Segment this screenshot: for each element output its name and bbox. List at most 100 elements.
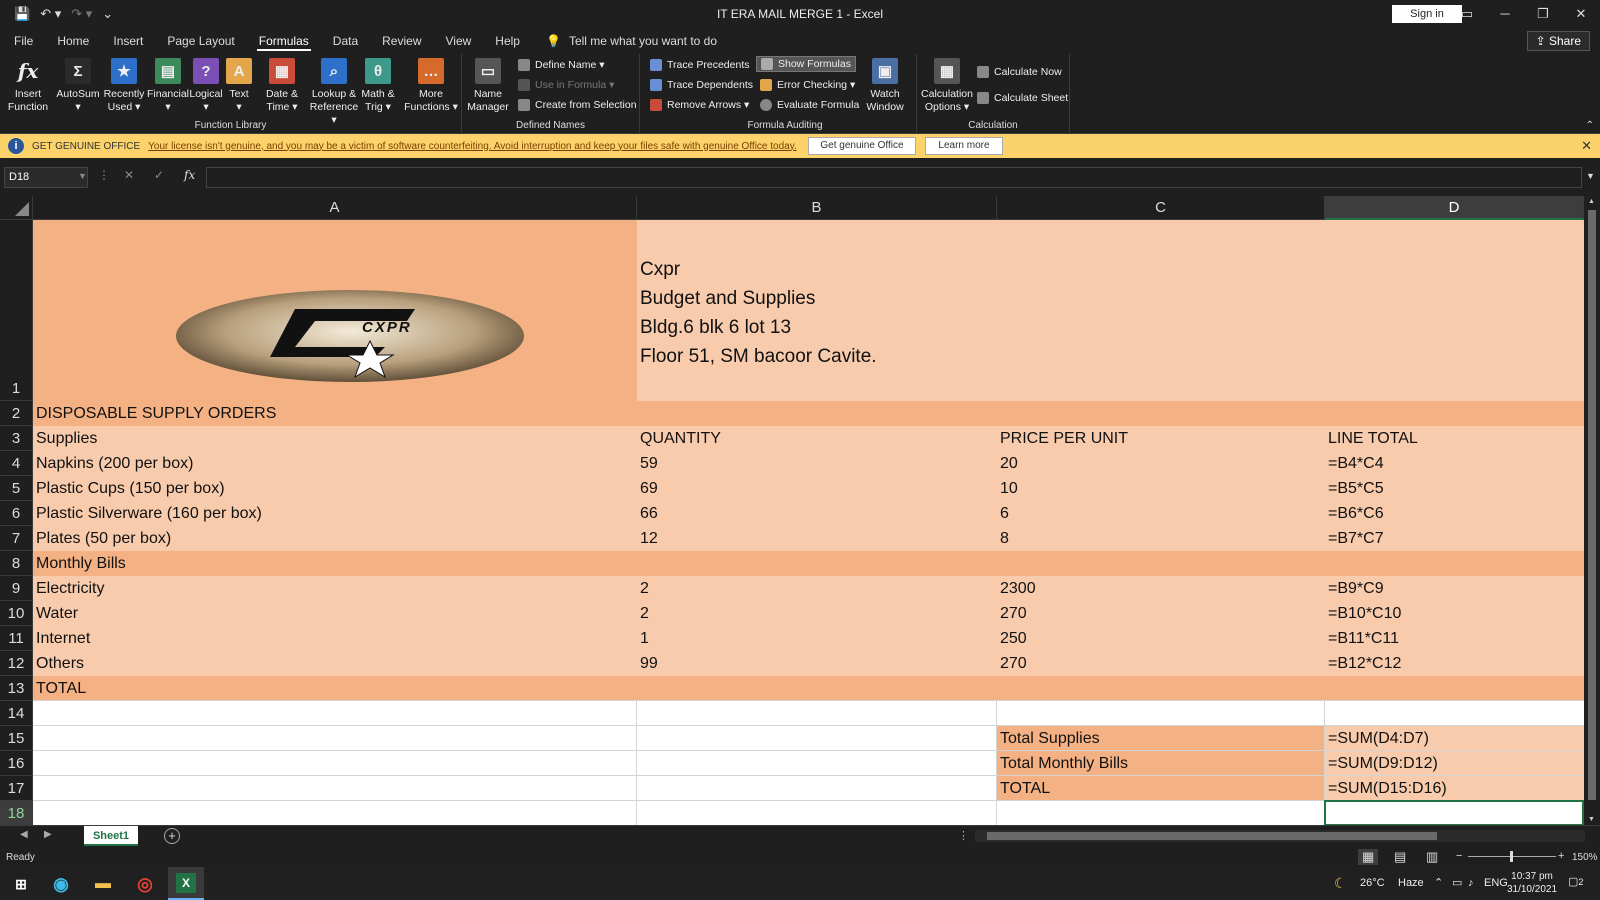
ribbon-lookup-button[interactable]: ⌕ Lookup & Reference ▾: [308, 56, 360, 127]
collapse-ribbon-icon[interactable]: ⌃: [1586, 120, 1594, 131]
tab-split-icon[interactable]: ⋮: [958, 829, 969, 842]
cell-d11[interactable]: =B11*C11: [1325, 626, 1399, 651]
tab-view[interactable]: View: [434, 28, 484, 54]
trace-precedents-button[interactable]: Trace Precedents: [650, 59, 749, 71]
restore-button[interactable]: ❐: [1524, 0, 1562, 28]
weather-icon[interactable]: ☾: [1334, 867, 1347, 900]
chrome-icon[interactable]: ◎: [132, 871, 158, 897]
cell-c4[interactable]: 20: [997, 451, 1018, 476]
page-break-view-icon[interactable]: ▥: [1426, 849, 1438, 865]
add-sheet-icon[interactable]: +: [164, 828, 180, 844]
next-sheet-icon[interactable]: ▶: [44, 829, 52, 840]
column-header-d[interactable]: D: [1325, 196, 1584, 220]
cell-a5[interactable]: Plastic Cups (150 per box): [33, 476, 225, 501]
cell-c11[interactable]: 250: [997, 626, 1027, 651]
calculation-options-button[interactable]: ▦ Calculation Options ▾: [919, 56, 975, 114]
vertical-scrollbar[interactable]: ▲ ▼: [1584, 196, 1600, 825]
row-header-18[interactable]: 18: [0, 801, 33, 826]
tell-me-search[interactable]: 💡 Tell me what you want to do: [546, 34, 717, 48]
normal-view-icon[interactable]: ▦: [1358, 849, 1379, 865]
cell-a13[interactable]: TOTAL: [33, 676, 86, 701]
name-box[interactable]: D18: [4, 167, 88, 188]
insert-function-button[interactable]: fx Insert Function: [4, 56, 52, 114]
ribbon-more-button[interactable]: … More Functions ▾: [404, 56, 458, 114]
ribbon-recently-button[interactable]: ★ Recently Used ▾: [102, 56, 146, 114]
row-header-5[interactable]: 5: [0, 476, 33, 501]
tab-review[interactable]: Review: [370, 28, 433, 54]
cell-c6[interactable]: 6: [997, 501, 1009, 526]
page-layout-view-icon[interactable]: ▤: [1394, 849, 1406, 865]
watch-window-button[interactable]: ▣ Watch Window: [862, 56, 908, 114]
tab-formulas[interactable]: Formulas: [247, 28, 321, 54]
cell-d15[interactable]: =SUM(D4:D7): [1325, 726, 1429, 751]
row-header-16[interactable]: 16: [0, 751, 33, 776]
cell-c12[interactable]: 270: [997, 651, 1027, 676]
cell-d10[interactable]: =B10*C10: [1325, 601, 1401, 626]
cell-a6[interactable]: Plastic Silverware (160 per box): [33, 501, 262, 526]
cell-d4[interactable]: =B4*C4: [1325, 451, 1384, 476]
use-in-formula-button[interactable]: Use in Formula ▾: [518, 79, 614, 91]
learn-more-button[interactable]: Learn more: [925, 137, 1003, 155]
cell-a10[interactable]: Water: [33, 601, 78, 626]
row-header-8[interactable]: 8: [0, 551, 33, 576]
error-checking-button[interactable]: Error Checking ▾: [760, 79, 855, 91]
cell-c17[interactable]: TOTAL: [997, 776, 1050, 801]
row-header-10[interactable]: 10: [0, 601, 33, 626]
worksheet-grid[interactable]: CXPR Cxpr Budget and Supplies Bldg.6 blk…: [33, 220, 1584, 825]
cell-b9[interactable]: 2: [637, 576, 649, 601]
row-header-1[interactable]: 1: [0, 220, 33, 401]
evaluate-formula-button[interactable]: Evaluate Formula: [760, 99, 859, 111]
cell-a7[interactable]: Plates (50 per box): [33, 526, 171, 551]
cell-b7[interactable]: 12: [637, 526, 658, 551]
row-header-2[interactable]: 2: [0, 401, 33, 426]
row-header-6[interactable]: 6: [0, 501, 33, 526]
more-options-icon[interactable]: ⋮: [98, 168, 110, 182]
expand-formula-bar-icon[interactable]: ▼: [1586, 171, 1595, 181]
define-name-button[interactable]: Define Name ▾: [518, 59, 604, 71]
minimize-button[interactable]: ─: [1486, 0, 1524, 28]
sheet-tab-sheet1[interactable]: Sheet1: [84, 826, 138, 846]
scroll-up-icon[interactable]: ▲: [1588, 198, 1595, 205]
confirm-entry-icon[interactable]: ✓: [154, 168, 164, 182]
cell-b11[interactable]: 1: [637, 626, 649, 651]
column-header-a[interactable]: A: [33, 196, 637, 220]
horizontal-scroll-thumb[interactable]: [987, 832, 1437, 840]
ribbon-autosum-button[interactable]: Σ AutoSum ▾: [56, 56, 100, 114]
cell-d12[interactable]: =B12*C12: [1325, 651, 1401, 676]
row-header-13[interactable]: 13: [0, 676, 33, 701]
ribbon-logical-button[interactable]: ? Logical ▾: [186, 56, 226, 114]
cell-a12[interactable]: Others: [33, 651, 84, 676]
cell-b6[interactable]: 66: [637, 501, 658, 526]
name-box-dropdown-icon[interactable]: ▼: [78, 171, 87, 181]
cell-a3[interactable]: Supplies: [33, 426, 97, 451]
cell-b5[interactable]: 69: [637, 476, 658, 501]
cell-c16[interactable]: Total Monthly Bills: [997, 751, 1128, 776]
row-header-15[interactable]: 15: [0, 726, 33, 751]
tab-data[interactable]: Data: [321, 28, 370, 54]
row-header-11[interactable]: 11: [0, 626, 33, 651]
tab-help[interactable]: Help: [483, 28, 532, 54]
column-header-c[interactable]: C: [997, 196, 1325, 220]
vertical-scroll-thumb[interactable]: [1588, 210, 1596, 800]
zoom-slider-thumb[interactable]: [1510, 851, 1513, 862]
cell-a4[interactable]: Napkins (200 per box): [33, 451, 193, 476]
cell-c9[interactable]: 2300: [997, 576, 1036, 601]
remove-arrows-button[interactable]: Remove Arrows ▾: [650, 99, 749, 111]
share-button[interactable]: ⇪ Share: [1526, 31, 1590, 51]
ribbon-financial-button[interactable]: ▤ Financial ▾: [146, 56, 190, 114]
notification-icon[interactable]: ▢2: [1568, 875, 1583, 888]
message-link[interactable]: Your license isn't genuine, and you may …: [148, 141, 797, 152]
create-from-selection-button[interactable]: Create from Selection: [518, 99, 637, 111]
calculate-now-button[interactable]: Calculate Now: [977, 66, 1062, 78]
formula-input[interactable]: [206, 167, 1582, 188]
column-header-b[interactable]: B: [637, 196, 997, 220]
zoom-in-icon[interactable]: +: [1558, 850, 1564, 862]
cell-d6[interactable]: =B6*C6: [1325, 501, 1384, 526]
ribbon-date-button[interactable]: ▦ Date & Time ▾: [258, 56, 306, 114]
show-formulas-button[interactable]: Show Formulas: [756, 56, 856, 72]
cell-a11[interactable]: Internet: [33, 626, 90, 651]
cell-a9[interactable]: Electricity: [33, 576, 104, 601]
excel-taskbar-icon[interactable]: X: [168, 867, 204, 900]
scroll-down-icon[interactable]: ▼: [1588, 816, 1595, 823]
close-button[interactable]: ✕: [1562, 0, 1600, 28]
